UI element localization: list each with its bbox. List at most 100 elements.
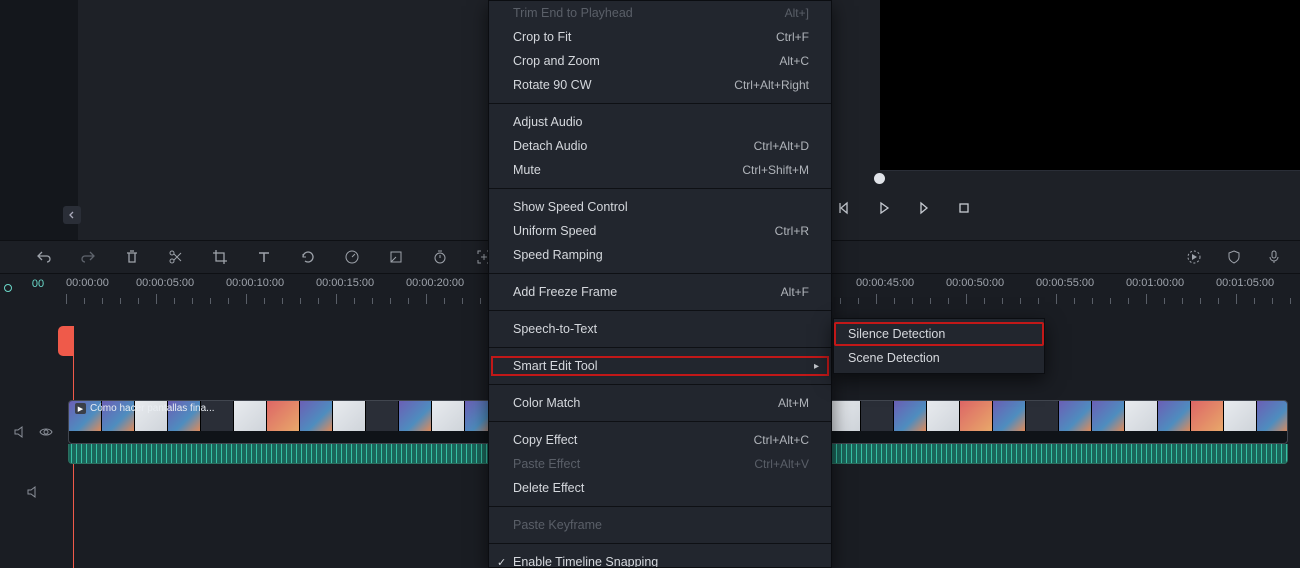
shield-icon[interactable] [1226, 249, 1242, 265]
menu-separator [489, 103, 831, 104]
menu-item-show-speed-control[interactable]: Show Speed Control [489, 195, 831, 219]
rotate-icon[interactable] [300, 249, 316, 265]
clip-title: Cómo hacer pantallas fina... [90, 403, 215, 414]
preview-scrubber[interactable] [880, 170, 1300, 188]
marker-icon[interactable] [388, 249, 404, 265]
menu-item-label: Paste Keyframe [513, 518, 602, 532]
player-controls [836, 200, 972, 216]
menu-item-label: Paste Effect [513, 457, 580, 471]
menu-item-shortcut: Ctrl+Alt+V [754, 457, 809, 471]
undo-icon[interactable] [36, 249, 52, 265]
clip-play-icon: ▶ [75, 403, 86, 414]
menu-separator [489, 421, 831, 422]
menu-item-shortcut: Ctrl+Alt+C [754, 433, 809, 447]
mic-icon[interactable] [1266, 249, 1282, 265]
play-icon[interactable] [876, 200, 892, 216]
menu-item-label: Show Speed Control [513, 200, 628, 214]
menu-item-speed-ramping[interactable]: Speed Ramping [489, 243, 831, 267]
split-icon[interactable] [168, 249, 184, 265]
menu-item-add-freeze-frame[interactable]: Add Freeze FrameAlt+F [489, 280, 831, 304]
ruler-origin: 00 [0, 274, 66, 308]
menu-item-label: Speed Ramping [513, 248, 603, 262]
menu-item-trim-end-to-playhead: Trim End to Playhead Alt+] [489, 1, 831, 25]
menu-item-shortcut: Alt+] [785, 6, 809, 20]
clip-label: ▶ Cómo hacer pantallas fina... [75, 403, 215, 414]
collapse-left-icon[interactable] [63, 206, 81, 224]
menu-separator [489, 188, 831, 189]
menu-item-paste-effect: Paste Effect Ctrl+Alt+V [489, 452, 831, 476]
ruler-label: 00:00:45:00 [856, 277, 914, 289]
ruler-label: 00:00:50:00 [946, 277, 1004, 289]
mute-track-icon[interactable] [12, 424, 28, 440]
menu-item-label: Rotate 90 CW [513, 78, 592, 92]
ruler-label: 00:00:55:00 [1036, 277, 1094, 289]
menu-item-shortcut: Ctrl+Alt+Right [734, 78, 809, 92]
menu-separator [489, 273, 831, 274]
ruler-label: 00:00:15:00 [316, 277, 374, 289]
stop-icon[interactable] [956, 200, 972, 216]
ruler-origin-label: 00 [32, 278, 44, 290]
menu-item-crop-to-fit[interactable]: Crop to Fit Ctrl+F [489, 25, 831, 49]
menu-item-label: Detach Audio [513, 139, 587, 153]
menu-item-mute[interactable]: Mute Ctrl+Shift+M [489, 158, 831, 182]
menu-item-color-match[interactable]: Color Match Alt+M [489, 391, 831, 415]
menu-item-label: Adjust Audio [513, 115, 583, 129]
menu-separator [489, 347, 831, 348]
step-back-icon[interactable] [836, 200, 852, 216]
menu-separator [489, 310, 831, 311]
menu-item-label: Uniform Speed [513, 224, 596, 238]
scrub-handle[interactable] [874, 173, 885, 184]
step-forward-icon[interactable] [916, 200, 932, 216]
smart-edit-submenu: Silence DetectionScene Detection [833, 318, 1045, 374]
menu-item-label: Copy Effect [513, 433, 577, 447]
menu-item-label: Smart Edit Tool [513, 359, 598, 373]
menu-item-delete-effect[interactable]: Delete Effect [489, 476, 831, 500]
preview-panel [880, 0, 1300, 170]
menu-item-detach-audio[interactable]: Detach Audio Ctrl+Alt+D [489, 134, 831, 158]
ruler-label: 00:01:00:00 [1126, 277, 1184, 289]
menu-item-label: Delete Effect [513, 481, 584, 495]
menu-item-copy-effect[interactable]: Copy Effect Ctrl+Alt+C [489, 428, 831, 452]
menu-item-label: Crop to Fit [513, 30, 571, 44]
menu-item-label: Trim End to Playhead [513, 6, 633, 20]
ruler-label: 00:01:05:00 [1216, 277, 1274, 289]
menu-item-uniform-speed[interactable]: Uniform Speed Ctrl+R [489, 219, 831, 243]
menu-item-shortcut: Ctrl+Shift+M [742, 163, 809, 177]
ruler-label: 00:00:05:00 [136, 277, 194, 289]
menu-item-shortcut: Alt+M [778, 396, 809, 410]
menu-item-shortcut: Ctrl+Alt+D [754, 139, 809, 153]
menu-item-adjust-audio[interactable]: Adjust Audio [489, 110, 831, 134]
ruler-label: 00:00:10:00 [226, 277, 284, 289]
menu-item-shortcut: Alt+C [779, 54, 809, 68]
context-menu: Trim End to Playhead Alt+] Crop to Fit Ctrl… [488, 0, 832, 568]
timer-icon[interactable] [432, 249, 448, 265]
submenu-item-silence-detection[interactable]: Silence Detection [834, 322, 1044, 346]
delete-icon[interactable] [124, 249, 140, 265]
menu-item-speech-to-text[interactable]: Speech-to-Text [489, 317, 831, 341]
text-icon[interactable] [256, 249, 272, 265]
menu-item-smart-edit-tool[interactable]: Smart Edit Tool [489, 354, 831, 378]
menu-item-label: Crop and Zoom [513, 54, 600, 68]
menu-item-label: Mute [513, 163, 541, 177]
menu-item-enable-timeline-snapping[interactable]: Enable Timeline Snapping [489, 550, 831, 568]
menu-item-label: Enable Timeline Snapping [513, 555, 658, 568]
menu-item-rotate-90-cw[interactable]: Rotate 90 CW Ctrl+Alt+Right [489, 73, 831, 97]
menu-item-label: Add Freeze Frame [513, 285, 617, 299]
menu-item-label: Color Match [513, 396, 580, 410]
hide-track-icon[interactable] [38, 424, 54, 440]
speed-icon[interactable] [344, 249, 360, 265]
redo-icon[interactable] [80, 249, 96, 265]
render-icon[interactable] [1186, 249, 1202, 265]
crop-icon[interactable] [212, 249, 228, 265]
menu-item-crop-and-zoom[interactable]: Crop and Zoom Alt+C [489, 49, 831, 73]
left-panel [0, 0, 78, 240]
menu-separator [489, 506, 831, 507]
ruler-label: 00:00:20:00 [406, 277, 464, 289]
menu-item-label: Speech-to-Text [513, 322, 597, 336]
playhead-handle[interactable] [58, 326, 74, 356]
ruler-label: 00:00:00 [66, 277, 109, 289]
submenu-item-scene-detection[interactable]: Scene Detection [834, 346, 1044, 370]
menu-item-shortcut: Ctrl+R [775, 224, 809, 238]
mute-audio-icon[interactable] [25, 484, 41, 500]
menu-item-shortcut: Ctrl+F [776, 30, 809, 44]
